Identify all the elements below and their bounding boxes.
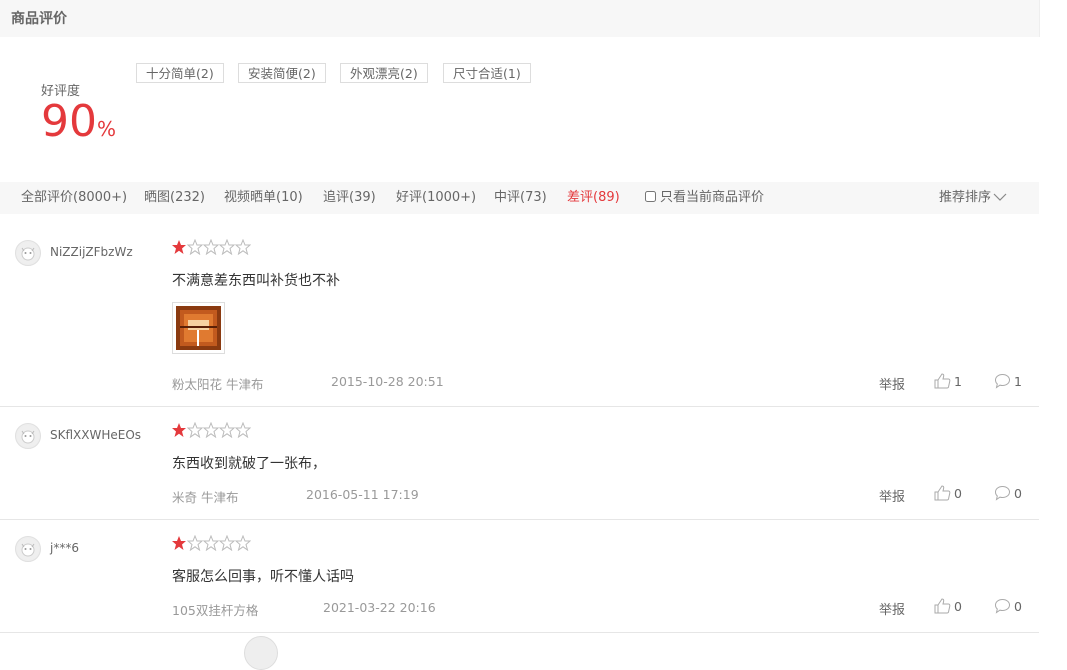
reply-button[interactable]: 0 <box>994 598 1022 614</box>
filter-neutral[interactable]: 中评(73) <box>494 182 547 214</box>
review-item: j***6 客服怎么回事，听不懂人话吗 105双挂杆方格 2021-03-22 … <box>0 520 1039 633</box>
star-empty-icon <box>235 422 251 438</box>
review-item: SKflXXWHeEOs 东西收到就破了一张布， 米奇 牛津布 2016-05-… <box>0 407 1039 520</box>
review-tag[interactable]: 尺寸合适(1) <box>443 63 531 83</box>
product-variant: 粉太阳花 牛津布 <box>172 377 264 392</box>
star-empty-icon <box>235 535 251 551</box>
review-text: 不满意差东西叫补货也不补 <box>172 273 340 289</box>
star-rating <box>171 239 251 255</box>
reply-button[interactable]: 1 <box>994 373 1022 389</box>
star-empty-icon <box>203 535 219 551</box>
star-empty-icon <box>203 422 219 438</box>
username: j***6 <box>50 541 79 555</box>
avatar-icon <box>17 538 39 560</box>
star-empty-icon <box>203 239 219 255</box>
comment-icon <box>994 598 1011 614</box>
star-filled-icon <box>172 536 186 550</box>
report-button[interactable]: 举报 <box>879 486 905 505</box>
comment-icon <box>994 485 1011 501</box>
sort-label: 推荐排序 <box>939 190 992 205</box>
reply-count: 1 <box>1014 374 1022 389</box>
avatar-icon <box>17 425 39 447</box>
review-photo <box>176 306 221 350</box>
review-text: 东西收到就破了一张布， <box>172 456 326 472</box>
rating-unit: % <box>97 117 117 141</box>
comment-icon <box>994 373 1011 389</box>
review-photo-thumbnail[interactable] <box>172 302 225 354</box>
filter-videos[interactable]: 视频晒单(10) <box>224 182 303 214</box>
avatar-icon <box>17 242 39 264</box>
star-empty-icon <box>187 535 203 551</box>
username: NiZZijZFbzWz <box>50 245 133 259</box>
product-reviews-header: 商品评价 <box>0 0 1040 37</box>
review-tag[interactable]: 十分简单(2) <box>136 63 224 83</box>
thumbs-up-icon <box>934 485 951 501</box>
reply-count: 0 <box>1014 486 1022 501</box>
star-empty-icon <box>187 422 203 438</box>
star-empty-icon <box>219 239 235 255</box>
star-empty-icon <box>219 535 235 551</box>
filter-followup[interactable]: 追评(39) <box>323 182 376 214</box>
star-filled-icon <box>172 240 186 254</box>
report-button[interactable]: 举报 <box>879 599 905 618</box>
review-date: 2015-10-28 20:51 <box>331 374 444 389</box>
like-count: 1 <box>954 374 962 389</box>
rating-number: 90 <box>41 96 97 147</box>
filter-negative[interactable]: 差评(89) <box>567 182 620 214</box>
like-button[interactable]: 0 <box>934 485 962 501</box>
star-empty-icon <box>235 239 251 255</box>
section-title: 商品评价 <box>11 11 67 27</box>
review-date: 2016-05-11 17:19 <box>306 487 419 502</box>
star-rating <box>171 535 251 551</box>
thumbs-up-icon <box>934 373 951 389</box>
like-button[interactable]: 1 <box>934 373 962 389</box>
only-current-product-toggle[interactable]: 只看当前商品评价 <box>645 182 764 214</box>
review-filter-bar: 全部评价(8000+) 晒图(232) 视频晒单(10) 追评(39) 好评(1… <box>0 182 1039 214</box>
reply-button[interactable]: 0 <box>994 485 1022 501</box>
only-current-label: 只看当前商品评价 <box>660 190 765 205</box>
star-empty-icon <box>219 422 235 438</box>
filter-photos[interactable]: 晒图(232) <box>144 182 205 214</box>
review-text: 客服怎么回事，听不懂人话吗 <box>172 569 354 585</box>
only-current-checkbox[interactable] <box>645 191 656 202</box>
star-filled-icon <box>172 423 186 437</box>
user-avatar <box>15 240 41 266</box>
chevron-down-icon <box>993 193 1007 201</box>
report-button[interactable]: 举报 <box>879 374 905 393</box>
thumbs-up-icon <box>934 598 951 614</box>
product-variant: 米奇 牛津布 <box>172 490 239 505</box>
next-review-avatar <box>244 636 278 670</box>
review-date: 2021-03-22 20:16 <box>323 600 436 615</box>
user-avatar <box>15 536 41 562</box>
like-button[interactable]: 0 <box>934 598 962 614</box>
review-tag[interactable]: 安装简便(2) <box>238 63 326 83</box>
username: SKflXXWHeEOs <box>50 428 142 442</box>
product-variant: 105双挂杆方格 <box>172 603 259 618</box>
sort-dropdown[interactable]: 推荐排序 <box>939 182 1007 214</box>
star-rating <box>171 422 251 438</box>
reply-count: 0 <box>1014 599 1022 614</box>
filter-positive[interactable]: 好评(1000+) <box>396 182 476 214</box>
review-tag[interactable]: 外观漂亮(2) <box>340 63 428 83</box>
rating-value: 90% <box>41 96 116 155</box>
review-item: NiZZijZFbzWz 不满意差东西叫补货也不补 粉太阳花 牛津布 2015-… <box>0 214 1039 407</box>
filter-all[interactable]: 全部评价(8000+) <box>21 182 127 214</box>
like-count: 0 <box>954 599 962 614</box>
star-empty-icon <box>187 239 203 255</box>
user-avatar <box>15 423 41 449</box>
like-count: 0 <box>954 486 962 501</box>
